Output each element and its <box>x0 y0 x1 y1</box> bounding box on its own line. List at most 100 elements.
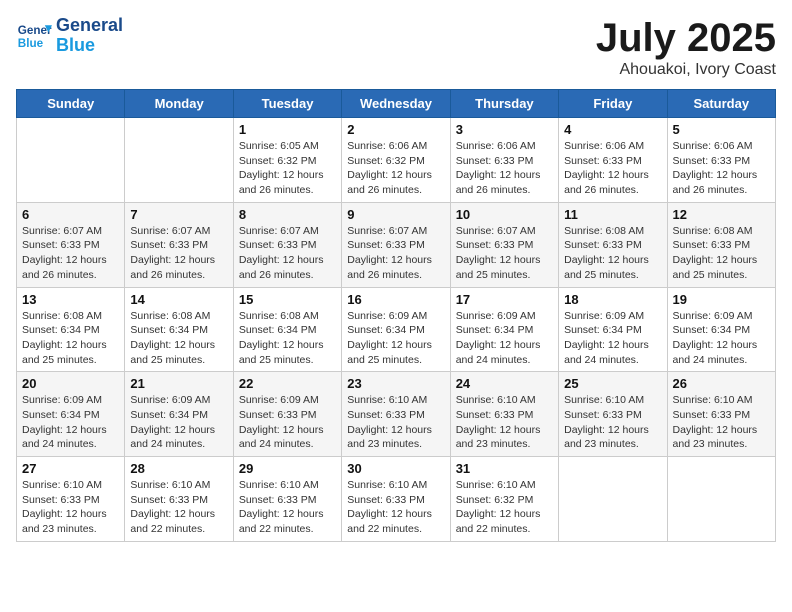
calendar-cell: 27 Sunrise: 6:10 AMSunset: 6:33 PMDayligh… <box>17 457 125 542</box>
day-number: 4 <box>564 122 661 137</box>
day-detail: Sunrise: 6:09 AMSunset: 6:34 PMDaylight:… <box>22 393 119 452</box>
day-number: 14 <box>130 292 227 307</box>
calendar-header-row: SundayMondayTuesdayWednesdayThursdayFrid… <box>17 90 776 118</box>
day-detail: Sunrise: 6:10 AMSunset: 6:33 PMDaylight:… <box>347 478 444 537</box>
day-detail: Sunrise: 6:10 AMSunset: 6:33 PMDaylight:… <box>673 393 770 452</box>
day-detail: Sunrise: 6:07 AMSunset: 6:33 PMDaylight:… <box>239 224 336 283</box>
day-number: 8 <box>239 207 336 222</box>
calendar-week-2: 6 Sunrise: 6:07 AMSunset: 6:33 PMDaylight… <box>17 202 776 287</box>
calendar-cell: 1 Sunrise: 6:05 AMSunset: 6:32 PMDaylight… <box>233 118 341 203</box>
day-number: 25 <box>564 376 661 391</box>
calendar-cell: 18 Sunrise: 6:09 AMSunset: 6:34 PMDayligh… <box>559 287 667 372</box>
calendar-cell: 3 Sunrise: 6:06 AMSunset: 6:33 PMDaylight… <box>450 118 558 203</box>
day-header-thursday: Thursday <box>450 90 558 118</box>
calendar-cell: 21 Sunrise: 6:09 AMSunset: 6:34 PMDayligh… <box>125 372 233 457</box>
day-detail: Sunrise: 6:08 AMSunset: 6:34 PMDaylight:… <box>130 309 227 368</box>
calendar-cell <box>559 457 667 542</box>
calendar-cell: 5Sunrise: 6:06 AMSunset: 6:33 PMDaylight… <box>667 118 775 203</box>
logo: General Blue General Blue <box>16 16 123 56</box>
day-header-wednesday: Wednesday <box>342 90 450 118</box>
calendar-cell: 26 Sunrise: 6:10 AMSunset: 6:33 PMDayligh… <box>667 372 775 457</box>
day-number: 2 <box>347 122 444 137</box>
day-number: 6 <box>22 207 119 222</box>
day-number: 15 <box>239 292 336 307</box>
calendar-cell: 8 Sunrise: 6:07 AMSunset: 6:33 PMDaylight… <box>233 202 341 287</box>
calendar-cell: 9Sunrise: 6:07 AMSunset: 6:33 PMDaylight… <box>342 202 450 287</box>
day-header-friday: Friday <box>559 90 667 118</box>
day-detail: Sunrise: 6:08 AMSunset: 6:34 PMDaylight:… <box>239 309 336 368</box>
day-detail: Sunrise: 6:10 AMSunset: 6:33 PMDaylight:… <box>564 393 661 452</box>
calendar-cell: 25 Sunrise: 6:10 AMSunset: 6:33 PMDayligh… <box>559 372 667 457</box>
calendar-cell: 20 Sunrise: 6:09 AMSunset: 6:34 PMDayligh… <box>17 372 125 457</box>
day-detail: Sunrise: 6:05 AMSunset: 6:32 PMDaylight:… <box>239 139 336 198</box>
calendar-cell: 12 Sunrise: 6:08 AMSunset: 6:33 PMDayligh… <box>667 202 775 287</box>
logo-text-line2: Blue <box>56 36 123 56</box>
day-detail: Sunrise: 6:08 AMSunset: 6:34 PMDaylight:… <box>22 309 119 368</box>
calendar-cell: 15 Sunrise: 6:08 AMSunset: 6:34 PMDayligh… <box>233 287 341 372</box>
day-number: 28 <box>130 461 227 476</box>
day-number: 13 <box>22 292 119 307</box>
day-number: 1 <box>239 122 336 137</box>
calendar-cell: 2Sunrise: 6:06 AMSunset: 6:32 PMDaylight… <box>342 118 450 203</box>
day-detail: Sunrise: 6:06 AMSunset: 6:33 PMDaylight:… <box>673 139 770 198</box>
logo-text-line1: General <box>56 16 123 36</box>
day-detail: Sunrise: 6:10 AMSunset: 6:33 PMDaylight:… <box>347 393 444 452</box>
day-number: 16 <box>347 292 444 307</box>
subtitle: Ahouakoi, Ivory Coast <box>596 61 776 79</box>
day-number: 29 <box>239 461 336 476</box>
day-number: 10 <box>456 207 553 222</box>
day-detail: Sunrise: 6:07 AMSunset: 6:33 PMDaylight:… <box>130 224 227 283</box>
day-detail: Sunrise: 6:07 AMSunset: 6:33 PMDaylight:… <box>22 224 119 283</box>
day-detail: Sunrise: 6:09 AMSunset: 6:34 PMDaylight:… <box>347 309 444 368</box>
day-number: 27 <box>22 461 119 476</box>
day-detail: Sunrise: 6:10 AMSunset: 6:33 PMDaylight:… <box>456 393 553 452</box>
calendar-cell: 30 Sunrise: 6:10 AMSunset: 6:33 PMDayligh… <box>342 457 450 542</box>
day-detail: Sunrise: 6:09 AMSunset: 6:34 PMDaylight:… <box>564 309 661 368</box>
day-header-tuesday: Tuesday <box>233 90 341 118</box>
calendar-cell: 24 Sunrise: 6:10 AMSunset: 6:33 PMDayligh… <box>450 372 558 457</box>
svg-text:Blue: Blue <box>18 37 44 50</box>
calendar-week-3: 13 Sunrise: 6:08 AMSunset: 6:34 PMDayligh… <box>17 287 776 372</box>
day-number: 24 <box>456 376 553 391</box>
day-number: 9 <box>347 207 444 222</box>
day-number: 7 <box>130 207 227 222</box>
day-number: 23 <box>347 376 444 391</box>
calendar-week-1: 1 Sunrise: 6:05 AMSunset: 6:32 PMDaylight… <box>17 118 776 203</box>
main-title: July 2025 <box>596 16 776 61</box>
title-area: July 2025 Ahouakoi, Ivory Coast <box>596 16 776 79</box>
day-detail: Sunrise: 6:09 AMSunset: 6:33 PMDaylight:… <box>239 393 336 452</box>
calendar-table: SundayMondayTuesdayWednesdayThursdayFrid… <box>16 89 776 542</box>
calendar-cell: 7 Sunrise: 6:07 AMSunset: 6:33 PMDaylight… <box>125 202 233 287</box>
day-number: 21 <box>130 376 227 391</box>
day-detail: Sunrise: 6:06 AMSunset: 6:33 PMDaylight:… <box>564 139 661 198</box>
calendar-cell: 10Sunrise: 6:07 AMSunset: 6:33 PMDayligh… <box>450 202 558 287</box>
day-detail: Sunrise: 6:10 AMSunset: 6:33 PMDaylight:… <box>130 478 227 537</box>
day-number: 3 <box>456 122 553 137</box>
calendar-week-4: 20 Sunrise: 6:09 AMSunset: 6:34 PMDayligh… <box>17 372 776 457</box>
calendar-cell: 28 Sunrise: 6:10 AMSunset: 6:33 PMDayligh… <box>125 457 233 542</box>
day-detail: Sunrise: 6:09 AMSunset: 6:34 PMDaylight:… <box>673 309 770 368</box>
day-number: 30 <box>347 461 444 476</box>
day-number: 26 <box>673 376 770 391</box>
day-detail: Sunrise: 6:09 AMSunset: 6:34 PMDaylight:… <box>456 309 553 368</box>
calendar-cell <box>125 118 233 203</box>
logo-icon: General Blue <box>16 18 52 54</box>
day-detail: Sunrise: 6:06 AMSunset: 6:33 PMDaylight:… <box>456 139 553 198</box>
day-detail: Sunrise: 6:09 AMSunset: 6:34 PMDaylight:… <box>130 393 227 452</box>
day-detail: Sunrise: 6:10 AMSunset: 6:33 PMDaylight:… <box>239 478 336 537</box>
day-number: 18 <box>564 292 661 307</box>
calendar-cell: 13 Sunrise: 6:08 AMSunset: 6:34 PMDayligh… <box>17 287 125 372</box>
calendar-cell <box>17 118 125 203</box>
calendar-cell: 23 Sunrise: 6:10 AMSunset: 6:33 PMDayligh… <box>342 372 450 457</box>
day-number: 12 <box>673 207 770 222</box>
day-detail: Sunrise: 6:10 AMSunset: 6:33 PMDaylight:… <box>22 478 119 537</box>
day-number: 31 <box>456 461 553 476</box>
calendar-cell: 6 Sunrise: 6:07 AMSunset: 6:33 PMDaylight… <box>17 202 125 287</box>
page-header: General Blue General Blue July 2025 Ahou… <box>16 16 776 79</box>
calendar-cell: 16 Sunrise: 6:09 AMSunset: 6:34 PMDayligh… <box>342 287 450 372</box>
calendar-cell: 4 Sunrise: 6:06 AMSunset: 6:33 PMDaylight… <box>559 118 667 203</box>
day-detail: Sunrise: 6:08 AMSunset: 6:33 PMDaylight:… <box>673 224 770 283</box>
calendar-cell: 17Sunrise: 6:09 AMSunset: 6:34 PMDayligh… <box>450 287 558 372</box>
day-number: 20 <box>22 376 119 391</box>
calendar-cell <box>667 457 775 542</box>
